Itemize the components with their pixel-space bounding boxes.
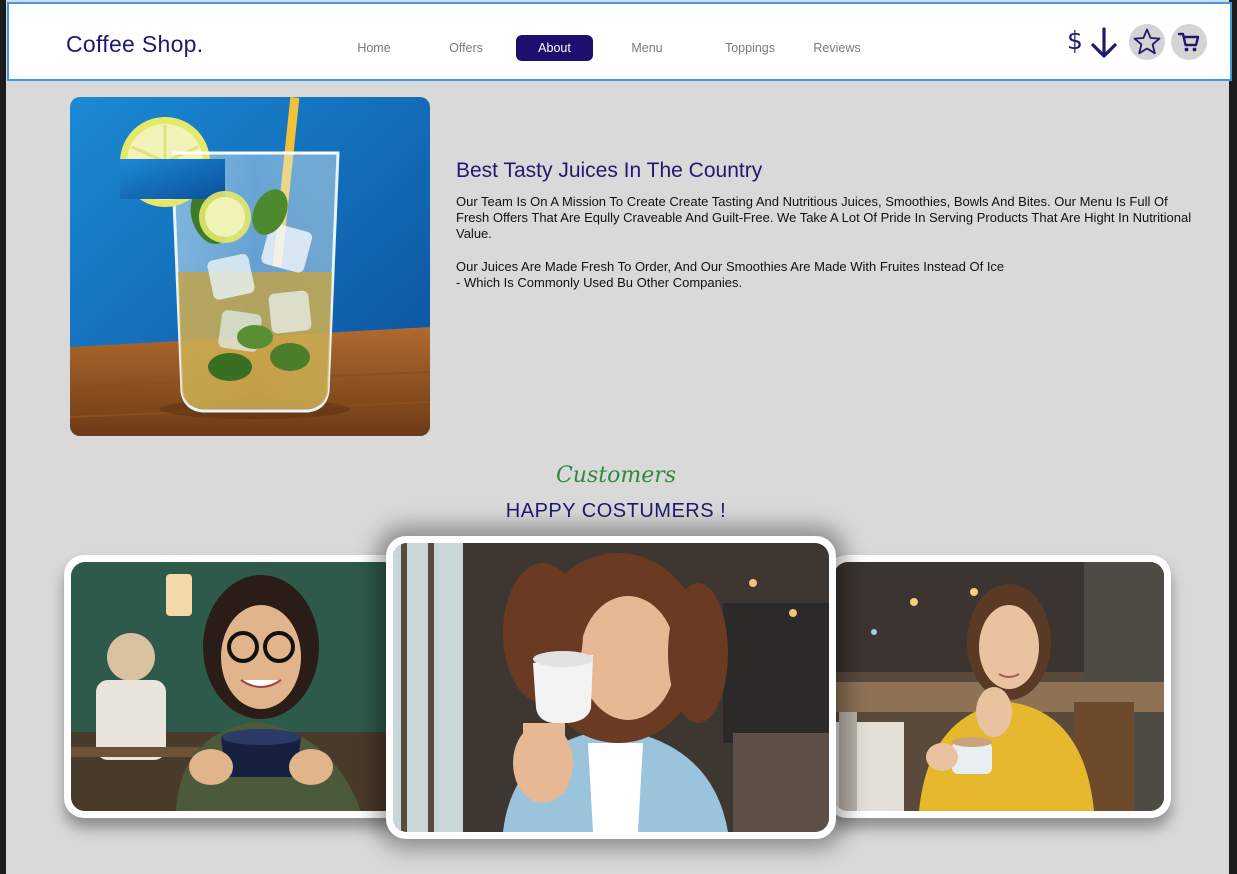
nav-home[interactable]: Home bbox=[339, 35, 409, 61]
nav-menu[interactable]: Menu bbox=[612, 35, 682, 61]
customer-photo-right bbox=[827, 555, 1171, 818]
logo[interactable]: Coffee Shop. bbox=[66, 31, 203, 58]
nav-about[interactable]: About bbox=[516, 35, 593, 61]
juice-image bbox=[70, 97, 430, 436]
about-paragraph-1: Our Team Is On A Mission To Create Creat… bbox=[456, 194, 1192, 241]
top-navbar: Coffee Shop. Home Offers About Menu Topp… bbox=[7, 2, 1232, 81]
about-paragraph-2-line-1: Our Juices Are Made Fresh To Order, And … bbox=[456, 259, 1005, 274]
star-icon bbox=[1133, 28, 1161, 55]
cart-button[interactable] bbox=[1171, 24, 1207, 60]
customer-photo-center bbox=[386, 536, 836, 839]
about-title: Best Tasty Juices In The Country bbox=[456, 159, 763, 182]
customers-script-label: Customers bbox=[555, 463, 677, 488]
nav-offers[interactable]: Offers bbox=[431, 35, 501, 61]
nav-toppings[interactable]: Toppings bbox=[712, 35, 788, 61]
about-paragraph-2-line-2: - Which Is Commonly Used Bu Other Compan… bbox=[456, 275, 743, 290]
happy-customers-title: HAPPY COSTUMERS ! bbox=[505, 500, 727, 522]
favorites-button[interactable] bbox=[1129, 24, 1165, 60]
nav-reviews[interactable]: Reviews bbox=[802, 35, 872, 61]
cart-icon bbox=[1177, 32, 1200, 52]
customer-photo-left bbox=[64, 555, 404, 818]
arrow-down-icon[interactable] bbox=[1089, 26, 1119, 65]
currency-button[interactable]: $ bbox=[1067, 26, 1083, 55]
